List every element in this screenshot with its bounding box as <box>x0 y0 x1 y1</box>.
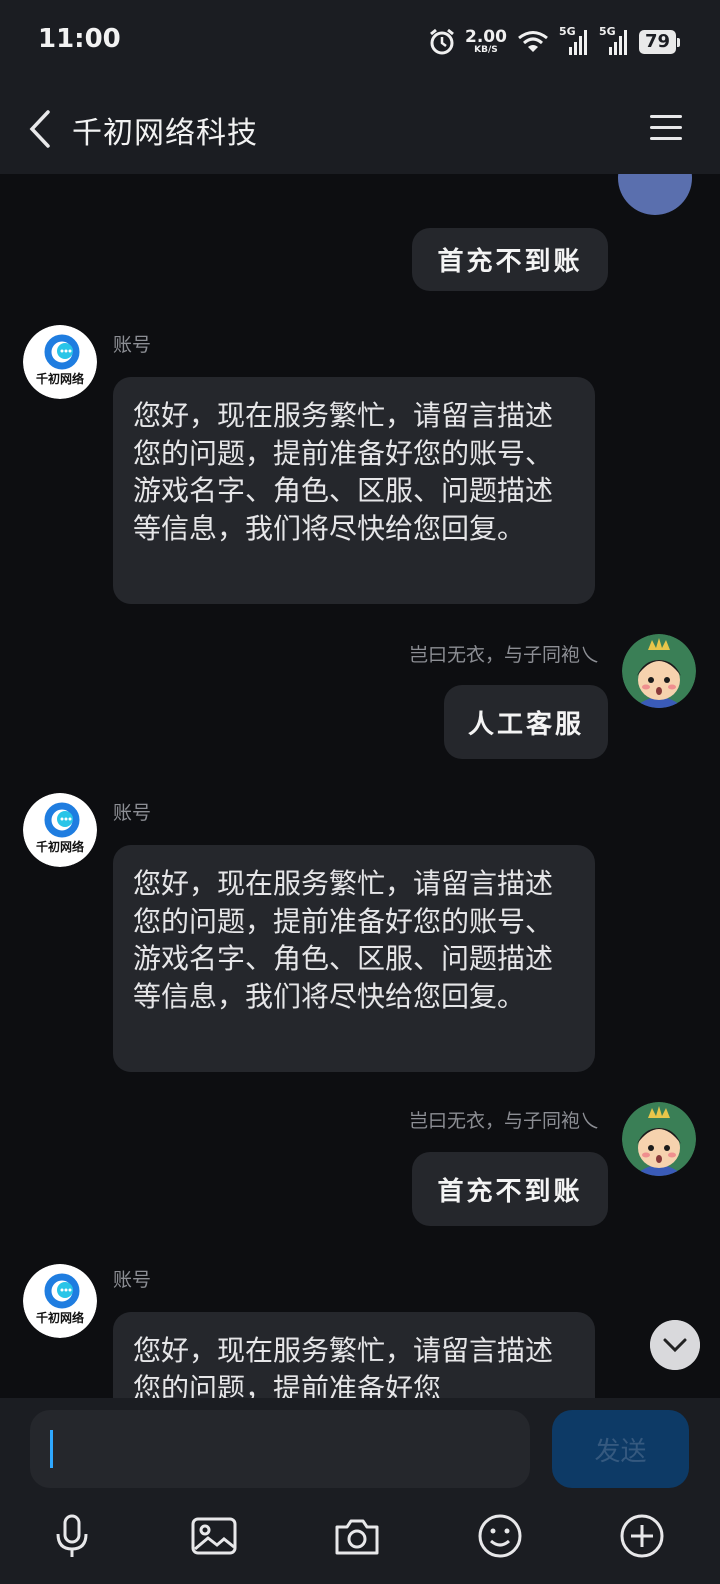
message-bubble-outgoing[interactable]: 首充不到账 <box>412 228 608 291</box>
header: 千初网络科技 <box>0 84 720 174</box>
network-speed-value: 2.00 <box>464 27 507 47</box>
message-text: 首充不到账 <box>437 1176 583 1207</box>
microphone-icon[interactable] <box>48 1512 96 1560</box>
message-input[interactable] <box>30 1410 530 1488</box>
user-avatar[interactable] <box>622 1102 696 1176</box>
message-text: 您好，现在服务繁忙，请留言描述您的问题，提前准备好您的账号、游戏名字、角色、区服… <box>133 867 554 1013</box>
text-caret <box>50 1430 53 1468</box>
page-title: 千初网络科技 <box>72 116 258 151</box>
chat-message-list[interactable]: 首充不到账 千初网络 账号 您好，现在服务繁忙，请留言描述您的问题，提前准备好您… <box>0 174 720 1398</box>
message-bubble-incoming[interactable]: 您好，现在服务繁忙，请留言描述您的问题，提前准备好您的账号、游戏名字、角色、区服… <box>113 845 595 1072</box>
sender-name: 岂曰无衣，与子同袍乀 <box>408 1110 599 1132</box>
service-avatar[interactable]: 千初网络 <box>23 325 97 399</box>
signal-icon: 5G <box>599 25 629 57</box>
service-avatar[interactable]: 千初网络 <box>23 1264 97 1338</box>
plus-circle-icon[interactable] <box>618 1512 666 1560</box>
message-text: 您好，现在服务繁忙，请留言描述您的问题，提前准备好您 <box>133 1334 554 1398</box>
message-bubble-incoming[interactable]: 您好，现在服务繁忙，请留言描述您的问题，提前准备好您 <box>113 1312 595 1398</box>
sender-name: 账号 <box>113 802 152 824</box>
message-text: 首充不到账 <box>437 247 583 277</box>
message-text: 人工客服 <box>467 709 584 740</box>
status-bar: 11:00 2.00 KB/S 5G 5G 79 <box>0 0 720 84</box>
sender-name: 账号 <box>113 1269 152 1291</box>
signal-icon: 5G <box>559 25 589 57</box>
user-avatar[interactable] <box>618 174 692 240</box>
message-bubble-incoming[interactable]: 您好，现在服务繁忙，请留言描述您的问题，提前准备好您的账号、游戏名字、角色、区服… <box>113 377 595 604</box>
image-icon[interactable] <box>190 1512 238 1560</box>
message-text: 您好，现在服务繁忙，请留言描述您的问题，提前准备好您的账号、游戏名字、角色、区服… <box>133 399 554 545</box>
service-avatar[interactable]: 千初网络 <box>23 793 97 867</box>
service-avatar-label: 千初网络 <box>36 839 84 854</box>
battery-level: 79 <box>638 30 676 54</box>
user-avatar[interactable] <box>622 634 696 708</box>
hamburger-menu-icon[interactable] <box>648 110 684 146</box>
service-avatar-label: 千初网络 <box>36 371 84 386</box>
sender-name: 账号 <box>113 334 152 356</box>
chevron-left-icon[interactable] <box>22 106 62 152</box>
wifi-icon <box>518 31 548 52</box>
status-time: 11:00 <box>38 24 121 54</box>
sender-name: 岂曰无衣，与子同袍乀 <box>408 644 599 666</box>
battery-icon: 79 <box>638 30 680 54</box>
camera-icon[interactable] <box>333 1512 381 1560</box>
emoji-icon[interactable] <box>476 1512 524 1560</box>
service-avatar-label: 千初网络 <box>36 1310 84 1325</box>
message-bubble-outgoing[interactable]: 首充不到账 <box>412 1152 608 1226</box>
alarm-icon <box>430 28 454 55</box>
composer: 发送 <box>0 1398 720 1584</box>
network-speed-unit: KB/S <box>474 45 498 55</box>
status-icons: 2.00 KB/S 5G 5G 79 <box>429 22 680 62</box>
network-speed: 2.00 KB/S <box>465 29 507 55</box>
scroll-down-button[interactable] <box>650 1320 700 1370</box>
send-button[interactable]: 发送 <box>552 1410 689 1488</box>
message-bubble-outgoing[interactable]: 人工客服 <box>444 685 608 759</box>
